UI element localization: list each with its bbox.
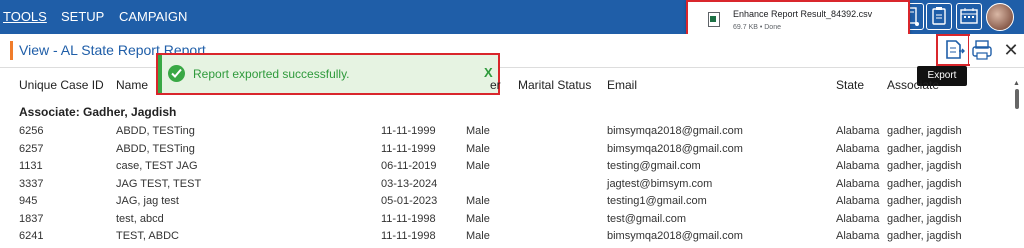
table-row[interactable]: 6241 TEST, ABDC 11-11-1998 Male bimsymqa… bbox=[19, 230, 1009, 248]
table-row[interactable]: 6256 ABDD, TESTing 11-11-1999 Male bimsy… bbox=[19, 125, 1009, 143]
associate-group-header: Associate: Gadher, Jagdish bbox=[19, 105, 177, 119]
export-button[interactable] bbox=[936, 34, 970, 66]
nav-campaign[interactable]: CAMPAIGN bbox=[119, 9, 187, 24]
calendar-icon[interactable] bbox=[956, 3, 982, 30]
table-row[interactable]: 3337 JAG TEST, TEST 03-13-2024 jagtest@b… bbox=[19, 178, 1009, 196]
scrollbar-thumb[interactable] bbox=[1015, 89, 1019, 109]
column-header-marital-status[interactable]: Marital Status bbox=[518, 78, 591, 92]
table-row[interactable]: 6257 ABDD, TESTing 11-11-1999 Male bimsy… bbox=[19, 143, 1009, 161]
table-row[interactable]: 1131 case, TEST JAG 06-11-2019 Male test… bbox=[19, 160, 1009, 178]
column-header-state[interactable]: State bbox=[836, 78, 864, 92]
column-header-email[interactable]: Email bbox=[607, 78, 637, 92]
scroll-up-icon[interactable]: ▲ bbox=[1013, 80, 1020, 87]
download-status: 69.7 KB • Done bbox=[733, 24, 781, 31]
column-header-name[interactable]: Name bbox=[116, 78, 148, 92]
column-header-associate[interactable]: Associate bbox=[887, 78, 939, 92]
table-row[interactable]: 1837 test, abcd 11-11-1998 Male test@gma… bbox=[19, 213, 1009, 231]
table-row[interactable]: 945 JAG, jag test 05-01-2023 Male testin… bbox=[19, 195, 1009, 213]
excel-file-icon bbox=[708, 12, 720, 27]
close-icon[interactable]: ✕ bbox=[1000, 39, 1022, 61]
user-avatar[interactable] bbox=[986, 3, 1014, 31]
nav-setup[interactable]: SETUP bbox=[61, 9, 104, 24]
report-table: Unique Case ID Name er Marital Status Em… bbox=[0, 68, 1024, 248]
vertical-scrollbar[interactable]: ▲ bbox=[1013, 80, 1021, 248]
clipboard-icon[interactable] bbox=[926, 3, 952, 30]
print-icon bbox=[972, 40, 992, 60]
download-file-name[interactable]: Enhance Report Result_84392.csv bbox=[733, 9, 872, 19]
print-button[interactable] bbox=[969, 36, 995, 64]
export-icon bbox=[946, 40, 965, 59]
nav-tools[interactable]: TOOLS bbox=[3, 9, 47, 24]
column-header-case-id[interactable]: Unique Case ID bbox=[19, 78, 104, 92]
column-header-gender[interactable]: er bbox=[490, 78, 501, 92]
title-accent-bar bbox=[10, 41, 13, 60]
report-panel-header: View - AL State Report Report ✕ bbox=[0, 34, 1024, 68]
